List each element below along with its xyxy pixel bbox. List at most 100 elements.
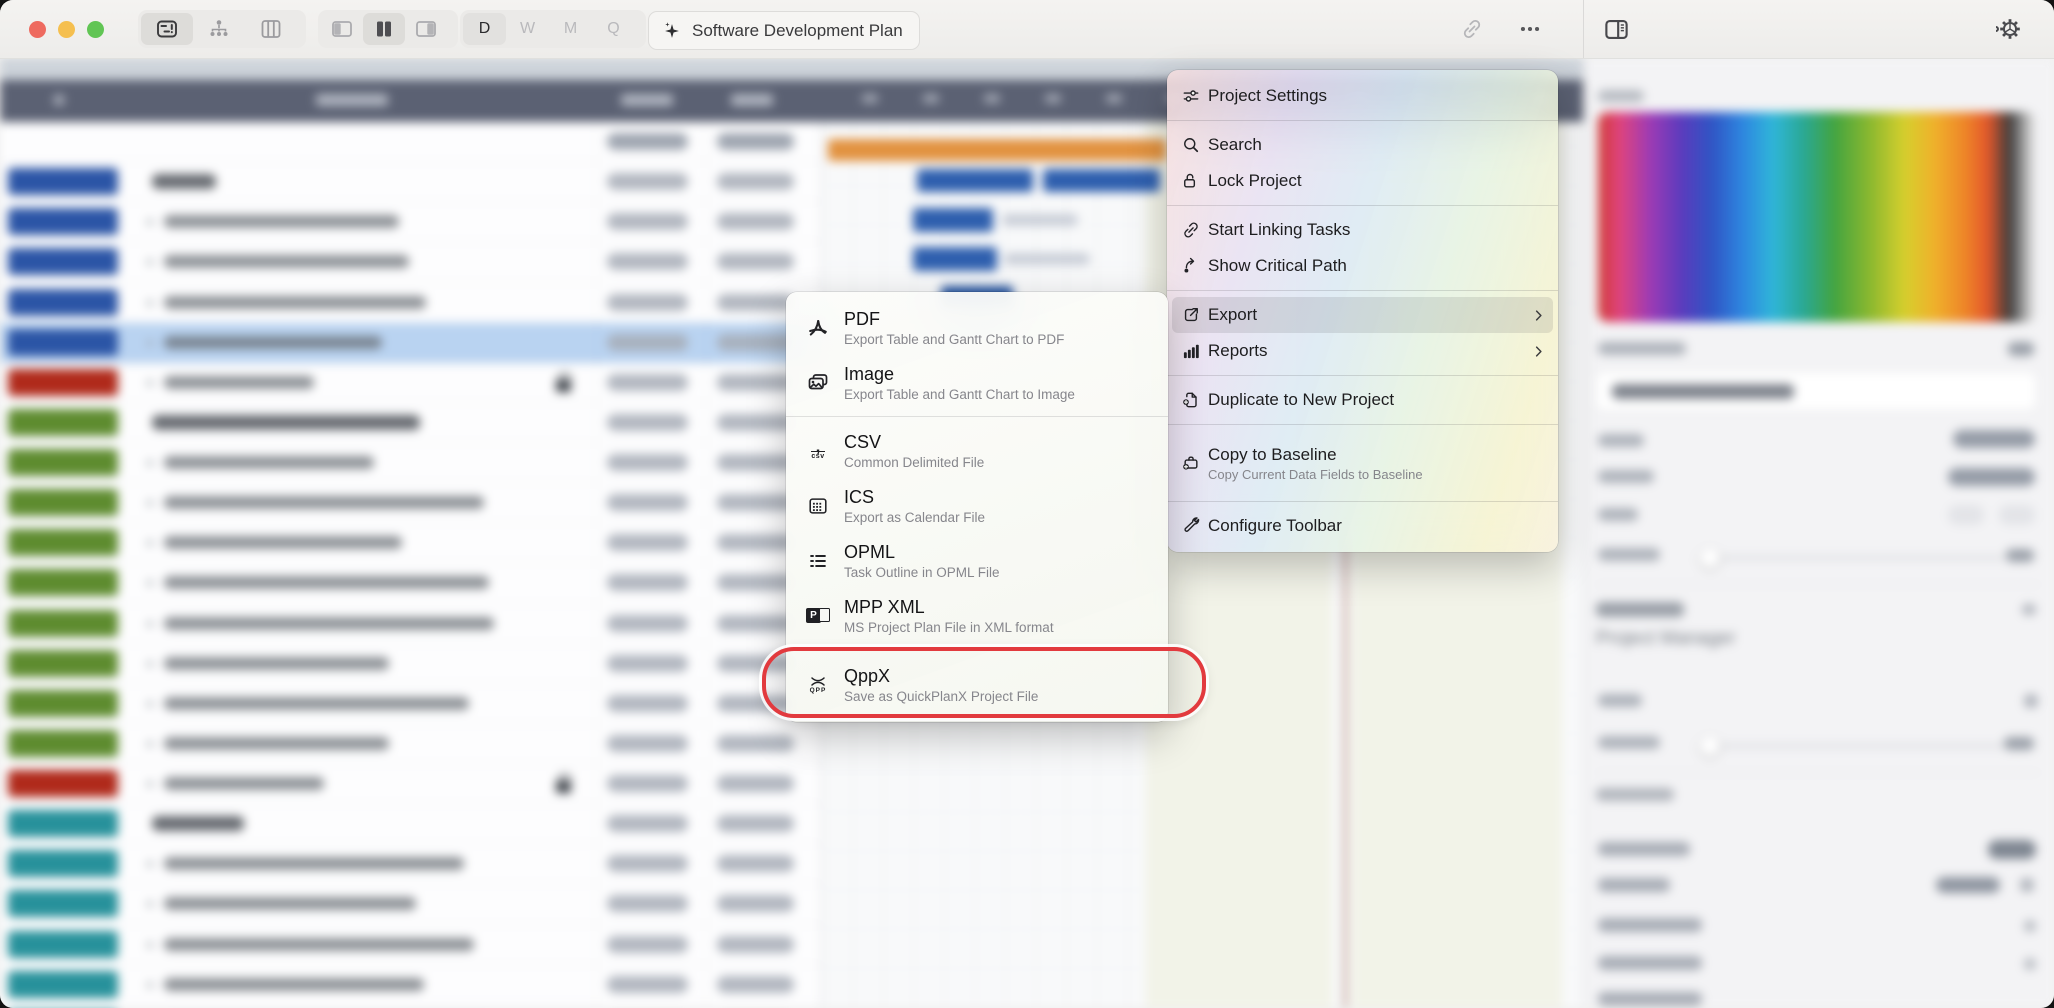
time-scale-d[interactable]: D [463, 13, 506, 45]
sidebar-divider [1596, 772, 2040, 773]
menu-item-search[interactable]: Search [1167, 127, 1558, 163]
header-label-blob [731, 94, 773, 106]
table-row[interactable] [0, 242, 822, 282]
task-name-blob [164, 657, 389, 670]
table-row-summary[interactable] [0, 122, 822, 162]
menu-item-show-critical-path[interactable]: Show Critical Path [1167, 248, 1558, 284]
gantt-bar[interactable] [913, 247, 997, 271]
time-scale-w[interactable]: W [506, 13, 549, 45]
menu-separator [1167, 290, 1558, 291]
gantt-bar[interactable] [1043, 169, 1160, 192]
settings-button[interactable] [1996, 15, 2024, 43]
menu-item-project-settings[interactable]: Project Settings [1167, 78, 1558, 114]
table-row[interactable] [0, 162, 822, 202]
submenu-item-opml[interactable]: OPMLTask Outline in OPML File [786, 533, 1168, 588]
network-view-button[interactable] [193, 13, 245, 45]
menu-separator [1167, 375, 1558, 376]
menu-item-copy-to-baseline[interactable]: Copy to BaselineCopy Current Data Fields… [1167, 431, 1558, 495]
end-date-blob [717, 294, 794, 311]
table-row[interactable] [0, 844, 822, 884]
traffic-light-minimize[interactable] [58, 21, 75, 38]
table-row[interactable] [0, 604, 822, 644]
slider-track[interactable] [1714, 556, 2004, 560]
sidebar-value-pill[interactable] [1988, 840, 2036, 859]
menu-item-reports[interactable]: Reports [1167, 333, 1558, 369]
document-title-field[interactable]: Software Development Plan [648, 11, 920, 50]
start-date-blob [607, 374, 688, 391]
submenu-item-csv[interactable]: ,csvCSVCommon Delimited File [786, 423, 1168, 478]
menu-item-start-linking-tasks[interactable]: Start Linking Tasks [1167, 212, 1558, 248]
gantt-bar[interactable] [913, 208, 993, 232]
table-row[interactable] [0, 563, 822, 603]
submenu-item-pdf[interactable]: PDFExport Table and Gantt Chart to PDF [786, 300, 1168, 355]
toggle-inspector-button[interactable] [1602, 15, 1630, 43]
task-bullet [147, 300, 153, 306]
toolbar: DWMQ Software Development Plan [0, 0, 2054, 59]
sidebar-label-blob [2006, 549, 2034, 562]
sidebar-value-pill[interactable] [1948, 505, 1984, 525]
table-row[interactable] [0, 764, 822, 804]
menu-item-duplicate-to-new-project[interactable]: Duplicate to New Project [1167, 382, 1558, 418]
sidebar-value-pill[interactable] [1936, 877, 2000, 893]
wrench-icon [1177, 516, 1204, 536]
sparkle-icon [661, 20, 683, 42]
traffic-light-close[interactable] [29, 21, 46, 38]
table-row[interactable] [0, 202, 822, 242]
table-row[interactable] [0, 684, 822, 724]
task-bullet [147, 661, 153, 667]
table-row[interactable] [0, 283, 822, 323]
more-options-button[interactable] [1516, 15, 1544, 43]
start-date-blob [607, 615, 688, 632]
menu-item-export[interactable]: Export [1172, 297, 1553, 333]
submenu-item-ics[interactable]: ICSExport as Calendar File [786, 478, 1168, 533]
sidebar-label-blob [1598, 342, 1686, 355]
sidebar-value-pill[interactable] [1953, 430, 2035, 448]
submenu-item-title: MPP XML [844, 597, 1054, 618]
row-color-bar [8, 931, 118, 958]
lock-open-icon [1177, 171, 1204, 191]
gantt-view-button[interactable] [141, 13, 193, 45]
slider-knob[interactable] [1700, 548, 1720, 568]
row-color-bar [8, 650, 118, 677]
table-row[interactable] [0, 403, 822, 443]
link-tasks-button[interactable] [1458, 15, 1486, 43]
menu-item-text: Project Settings [1208, 86, 1327, 106]
sidebar-label-blob [1598, 842, 1690, 856]
submenu-item-mpp-xml[interactable]: PMPP XMLMS Project Plan File in XML form… [786, 588, 1168, 643]
gantt-bar[interactable] [917, 169, 1033, 192]
gantt-summary-bar[interactable] [828, 139, 1166, 161]
color-spectrum-picker[interactable] [1598, 112, 2036, 322]
table-row[interactable] [0, 483, 822, 523]
row-color-bar [8, 329, 118, 356]
table-row[interactable] [0, 724, 822, 764]
table-row[interactable] [0, 523, 822, 563]
slider-knob[interactable] [1700, 736, 1720, 756]
column-view-button[interactable] [245, 13, 297, 45]
table-row[interactable] [0, 323, 822, 363]
slider-track[interactable] [1714, 744, 2004, 748]
table-row[interactable] [0, 925, 822, 965]
end-date-blob [717, 414, 794, 431]
sidebar-value-pill[interactable] [1948, 468, 2035, 486]
table-row[interactable] [0, 443, 822, 483]
table-row[interactable] [0, 884, 822, 924]
table-row[interactable] [0, 804, 822, 844]
traffic-light-zoom[interactable] [87, 21, 104, 38]
menu-item-label: Lock Project [1208, 171, 1302, 191]
menu-item-configure-toolbar[interactable]: Configure Toolbar [1167, 508, 1558, 544]
show-right-panel-button[interactable] [405, 13, 447, 45]
calendar-icon [798, 495, 838, 517]
submenu-item-image[interactable]: ImageExport Table and Gantt Chart to Ima… [786, 355, 1168, 410]
sidebar-value-pill[interactable] [1999, 505, 2035, 525]
table-row[interactable] [0, 644, 822, 684]
time-scale-q[interactable]: Q [592, 13, 635, 45]
menu-item-lock-project[interactable]: Lock Project [1167, 163, 1558, 199]
time-scale-m[interactable]: M [549, 13, 592, 45]
show-left-panel-button[interactable] [321, 13, 363, 45]
table-row[interactable] [0, 965, 822, 1005]
sidebar-label-blob [1598, 508, 1638, 521]
submenu-item-title: OPML [844, 542, 1000, 563]
start-date-blob [607, 334, 688, 351]
table-row[interactable] [0, 363, 822, 403]
show-both-panels-button[interactable] [363, 13, 405, 45]
